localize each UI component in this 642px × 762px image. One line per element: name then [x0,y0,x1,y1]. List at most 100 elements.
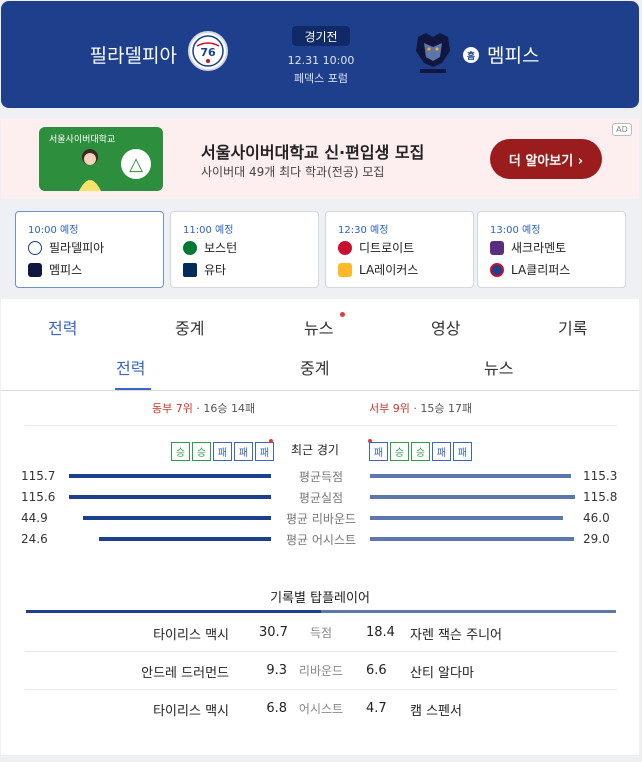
home-top-player[interactable]: 타이리스 맥시 [153,624,229,643]
home-top-value: 9.3 [266,663,287,678]
schedule-team: LA레이커스 [359,263,419,277]
tab-lineup[interactable]: 전력 [48,315,77,339]
result-win: 승 [390,442,409,461]
result-loss: 패 [213,442,232,461]
away-stat-bar [370,495,575,499]
ad-subtitle: 사이버대 49개 최다 학과(전공) 모집 [201,165,385,179]
home-stat-bar [69,495,272,499]
away-avg-rebounds: 46.0 [583,511,610,525]
stat-label: 평균 리바운드 [271,510,371,527]
home-conference-rank: 동부 7위 [152,402,193,415]
result-loss: 패 [432,442,451,461]
tab-lineup[interactable]: 전력 [116,355,145,379]
home-top-value: 6.8 [266,701,287,716]
ad-tag[interactable]: AD [612,123,632,136]
home-top-player[interactable]: 타이리스 맥시 [153,700,229,719]
jazz-logo-icon [183,262,197,277]
home-team-name[interactable]: 필라델피아 [90,41,177,68]
tab-broadcast[interactable]: 중계 [300,355,329,379]
home-avg-points: 115.7 [21,469,56,483]
result-loss: 패 [453,442,472,461]
schedule-time: 13:00 예정 [490,225,541,236]
secondary-tabs: 전력 중계 뉴스 [1,345,639,391]
stat-label: 평균 어시스트 [271,531,371,548]
away-top-value: 6.6 [366,663,387,678]
tab-news[interactable]: 뉴스 [304,315,333,339]
tab-news[interactable]: 뉴스 [484,355,513,379]
schedule-time: 10:00 예정 [28,225,79,236]
home-top-player[interactable]: 안드레 드러먼드 [141,662,229,681]
celtics-logo-icon [183,240,197,255]
home-color-bar [26,610,321,613]
away-color-bar [321,610,616,613]
top-player-category: 어시스트 [298,702,344,716]
away-top-player[interactable]: 캠 스펜서 [410,700,462,719]
schedule-time: 12:30 예정 [338,225,389,236]
tab-broadcast[interactable]: 중계 [175,315,204,339]
top-player-category: 리바운드 [298,664,344,678]
ad-title[interactable]: 서울사이버대학교 신·편입생 모집 [201,139,424,163]
home-ranking: 동부 7위 · 16승 14패 [152,400,255,416]
sixers-logo-icon[interactable]: 76 [188,31,228,71]
schedule-team: 보스턴 [204,241,238,255]
active-tab-indicator [115,388,151,390]
schedule-card[interactable]: 12:30 예정 디트로이트 LA레이커스 [325,211,474,288]
ad-image[interactable]: 서울사이버대학교 △ [39,127,163,191]
away-conference-rank: 서부 9위 [369,402,410,415]
latest-game-dot [269,439,273,443]
schedule-card[interactable]: 11:00 예정 보스턴 유타 [170,211,319,288]
away-record: · 15승 17패 [409,402,473,415]
away-ranking: 서부 9위 · 15승 17패 [369,400,472,416]
tab-video[interactable]: 영상 [431,315,460,339]
tab-records[interactable]: 기록 [558,315,587,339]
away-avg-allowed: 115.8 [583,490,618,504]
top-players-title: 기록별 탑플레이어 [270,591,370,606]
grizzlies-logo-icon[interactable] [412,29,454,75]
away-top-player[interactable]: 산티 알다마 [410,662,474,681]
kings-logo-icon [490,240,504,255]
game-venue: 페덱스 포럼 [293,72,349,85]
pistons-logo-icon [338,240,352,255]
home-record: · 16승 14패 [192,402,256,415]
student-illustration-icon [79,149,101,191]
away-stat-bar [370,537,574,541]
game-status-badge: 경기전 [292,26,350,46]
ad-banner[interactable]: 서울사이버대학교 △ 서울사이버대학교 신·편입생 모집 사이버대 49개 최다… [1,119,639,199]
home-badge: 홈 [463,47,479,63]
home-stat-bar [83,516,272,520]
home-stat-bar [69,474,272,478]
result-loss: 패 [255,442,274,461]
game-header: 필라델피아 76 경기전 12.31 10:00 페덱스 포럼 홈 멤피스 [1,1,639,108]
away-team-name[interactable]: 멤피스 [487,41,539,68]
home-recent-results: 승 승 패 패 패 [171,442,276,461]
divider [25,689,617,690]
divider [25,425,617,426]
away-recent-results: 패 승 승 패 패 [369,442,474,461]
away-top-player[interactable]: 자렌 잭슨 주니어 [410,624,502,643]
schedule-team: 유타 [204,263,227,277]
ad-learn-more-button[interactable]: 더 알아보기 › [490,139,602,179]
clippers-logo-icon [490,262,504,277]
away-top-value: 18.4 [366,625,395,640]
schedule-card[interactable]: 13:00 예정 새크라멘토 LA클리퍼스 [477,211,626,288]
schedule-team: 필라델피아 [49,241,105,255]
schedule-card[interactable]: 10:00 예정 필라델피아 멤피스 [15,211,164,288]
result-win: 승 [192,442,211,461]
schedule-time: 11:00 예정 [183,225,234,236]
schedule-team: 멤피스 [49,263,83,277]
divider [25,651,617,652]
main-panel: 전력 중계 뉴스 영상 기록 전력 중계 뉴스 동부 7위 · 16승 14패 … [1,299,639,755]
news-alert-dot [340,312,345,317]
schedule-team: 새크라멘토 [511,241,567,255]
home-avg-allowed: 115.6 [21,490,56,504]
grizzlies-logo-icon [28,262,42,277]
home-top-value: 30.7 [259,625,288,640]
result-loss: 패 [369,442,388,461]
away-avg-assists: 29.0 [583,532,610,546]
svg-text:76: 76 [200,46,216,59]
away-top-value: 4.7 [366,701,387,716]
result-win: 승 [411,442,430,461]
away-stat-bar [370,474,571,478]
game-datetime: 12.31 10:00 [287,54,355,67]
result-win: 승 [171,442,190,461]
